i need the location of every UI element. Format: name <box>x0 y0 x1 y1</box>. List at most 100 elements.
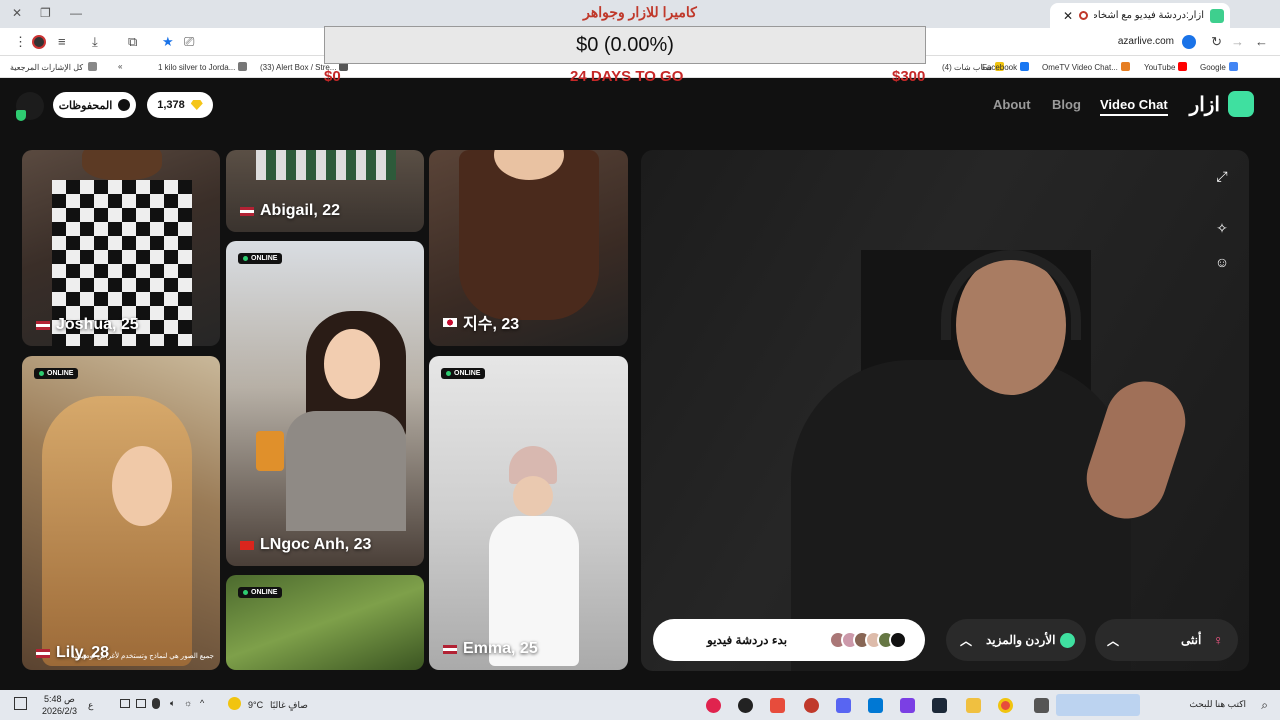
camera-preview: ⤢ ✧ ☺ <box>641 150 1249 671</box>
site-info-icon[interactable] <box>1182 35 1196 49</box>
nav-video-chat[interactable]: Video Chat <box>1100 97 1168 116</box>
us-flag-icon <box>240 206 254 216</box>
opera-icon[interactable] <box>804 698 819 713</box>
shirt-graphic <box>286 411 406 531</box>
reload-icon[interactable]: ↻ <box>1211 34 1222 50</box>
forward-arrow-icon[interactable]: → <box>1231 34 1244 49</box>
taskbar-search-box[interactable]: اكتب هنا للبحث <box>1189 699 1246 710</box>
search-icon[interactable]: ⌕ <box>1261 698 1268 713</box>
discord-icon[interactable] <box>836 698 851 713</box>
face-filter-icon[interactable]: ☺ <box>1213 254 1231 272</box>
app-icon[interactable] <box>900 698 915 713</box>
start-video-chat-button[interactable]: بدء دردشة فيديو <box>653 619 925 661</box>
brightness-icon[interactable]: ☼ <box>184 698 192 708</box>
chevron-up-icon: ︿ <box>960 633 973 648</box>
card-name: Joshua, 25 <box>36 316 139 334</box>
obs-icon[interactable] <box>738 698 753 713</box>
gems-button[interactable]: 1,378 <box>147 92 213 118</box>
azar-favicon-icon <box>1210 8 1224 23</box>
profile-card-joshua[interactable]: Joshua, 25 <box>22 150 220 346</box>
extensions-icon[interactable]: ⧉ <box>128 34 137 50</box>
bookmark-google[interactable]: Google <box>1200 62 1238 72</box>
tab-title: أزار:دردشة فيديو مع أشخاص <box>1094 10 1204 21</box>
saved-button[interactable]: المحفوظات <box>53 92 136 118</box>
card-name: 지수, 23 <box>443 310 519 334</box>
online-dot-icon <box>39 371 44 376</box>
volume-icon[interactable]: 🔈︎ <box>170 698 175 709</box>
nav-blog[interactable]: Blog <box>1052 97 1081 112</box>
tab-close-icon[interactable]: ✕ <box>1063 9 1073 23</box>
bookmark-icon <box>238 62 248 71</box>
profile-card-lily[interactable]: ONLINE Lily, 28 جميع الصور هي لنماذج وتس… <box>22 356 220 670</box>
windows-taskbar: ⌕ اكتب هنا للبحث 9°C صافٍ غالبًا ^ ☼ 🔈︎ … <box>0 690 1280 720</box>
profile-card-abigail[interactable]: Abigail, 22 <box>226 150 424 232</box>
bookmark-facebook[interactable]: Facebook <box>982 62 1030 72</box>
images-disclaimer: جميع الصور هي لنماذج وتستخدم لأغراض توضي… <box>71 653 214 660</box>
cast-icon[interactable]: ⎚ <box>184 34 194 50</box>
overlay-goal-text: 24 DAYS TO GO <box>570 68 684 85</box>
fullscreen-icon[interactable]: ⤢ <box>1213 168 1231 186</box>
camera-icon <box>889 631 907 649</box>
bookmark-star-icon[interactable]: ★ <box>162 34 174 50</box>
chrome-icon[interactable] <box>998 698 1013 713</box>
profile-card-emma[interactable]: ONLINE Emma, 25 <box>429 356 628 670</box>
network-icon[interactable] <box>136 699 146 708</box>
user-avatars-stack <box>829 631 907 649</box>
azar-page: المحفوظات 1,378 About Blog Video Chat از… <box>0 79 1280 690</box>
app-icon[interactable] <box>706 698 721 713</box>
close-window-icon[interactable]: ✕ <box>12 6 22 20</box>
taskbar-time[interactable]: 5:48 ص <box>44 694 75 705</box>
overlay-left-amount: $0 <box>324 68 341 85</box>
azar-logo[interactable]: ازار <box>1190 91 1254 117</box>
task-view-icon[interactable] <box>1034 698 1049 713</box>
face-graphic <box>82 150 162 180</box>
bookmarks-overflow-icon[interactable]: « <box>118 62 122 71</box>
kr-flag-icon <box>443 317 457 327</box>
globe-icon <box>1060 632 1075 648</box>
profile-card-plant[interactable]: ONLINE <box>226 575 424 670</box>
download-icon[interactable]: ⤓ <box>92 34 98 50</box>
store-icon[interactable] <box>868 698 883 713</box>
recording-icon <box>1079 11 1088 20</box>
effects-wand-icon[interactable]: ✧ <box>1213 220 1231 238</box>
face-graphic <box>112 446 172 526</box>
country-label: الأردن والمزيد <box>986 633 1056 647</box>
input-language[interactable]: ع <box>88 700 93 711</box>
card-name: LNgoc Anh, 23 <box>240 536 371 554</box>
profile-card-jisu[interactable]: 지수, 23 <box>429 150 628 346</box>
battery-icon[interactable] <box>120 699 130 708</box>
card-name: Abigail, 22 <box>240 202 340 220</box>
donation-amount: $0 (0.00%) <box>576 33 674 56</box>
file-explorer-icon[interactable] <box>966 698 981 713</box>
url-field[interactable]: azarlive.com <box>1118 36 1174 47</box>
country-filter-button[interactable]: ︿ الأردن والمزيد <box>946 619 1086 661</box>
extensions-list-icon[interactable]: ≡ <box>58 34 66 49</box>
notifications-icon[interactable] <box>14 697 27 710</box>
ometv-icon <box>1120 62 1130 71</box>
menu-dots-icon[interactable]: ⋮ <box>14 34 27 50</box>
online-dot-icon <box>446 371 451 376</box>
bookmark-youtube[interactable]: YouTube <box>1144 62 1188 72</box>
hair-graphic <box>42 396 192 666</box>
back-arrow-icon[interactable]: ← <box>1255 34 1268 49</box>
taskbar-news-widget[interactable] <box>1056 694 1140 716</box>
nav-about[interactable]: About <box>993 97 1031 112</box>
all-bookmarks-link[interactable]: كل الإشارات المرجعية <box>10 62 98 72</box>
steam-icon[interactable] <box>932 698 947 713</box>
bookmark-ometv[interactable]: OmeTV Video Chat... <box>1042 62 1130 72</box>
microphone-icon[interactable] <box>152 698 160 709</box>
overlay-right-amount: $300 <box>892 68 926 85</box>
tray-overflow-icon[interactable]: ^ <box>200 698 204 708</box>
weather-icon <box>228 697 241 710</box>
bookmark-silver[interactable]: 1 kilo silver to Jorda... <box>158 62 248 72</box>
minimize-window-icon[interactable]: — <box>70 6 82 20</box>
browser-tab[interactable]: أزار:دردشة فيديو مع أشخاص ✕ <box>1050 3 1230 28</box>
logo-mark-icon <box>1228 91 1254 117</box>
profile-card-lngoc[interactable]: ONLINE LNgoc Anh, 23 <box>226 241 424 566</box>
profile-avatar[interactable] <box>32 35 46 49</box>
restore-window-icon[interactable]: ❐ <box>40 6 51 20</box>
app-icon[interactable] <box>770 698 785 713</box>
taskbar-date[interactable]: 2026/2/3 <box>42 706 77 716</box>
browser-tab-bar: ✕ ❐ — كاميرا للازار وجواهر + أزار:دردشة … <box>0 0 1280 28</box>
gender-filter-button[interactable]: ︿ أنثى ♀ <box>1095 619 1238 661</box>
